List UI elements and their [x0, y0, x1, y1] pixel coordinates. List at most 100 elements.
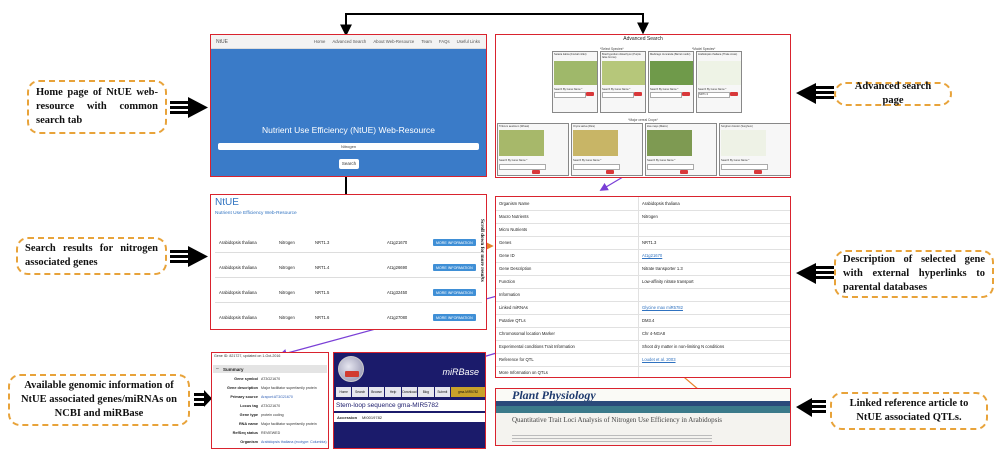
description-row-divider — [496, 275, 790, 276]
crop-photo — [647, 130, 692, 156]
description-label: Chromosomal location Marker — [499, 331, 555, 336]
description-row-divider — [496, 223, 790, 224]
species-search-button[interactable] — [682, 92, 690, 96]
species-search-button[interactable] — [586, 92, 594, 96]
nav-team[interactable]: Team — [421, 39, 432, 44]
gene-name-field[interactable] — [554, 92, 586, 98]
collapse-icon: – — [216, 366, 219, 372]
crop-card-label: Zea mays (Maize) — [647, 125, 668, 128]
crop-search-button[interactable] — [680, 170, 688, 174]
ncbi-field-value: AT3G21670 — [261, 377, 281, 381]
gene-name-field[interactable] — [650, 92, 682, 98]
results-cell-gene: NRT1.4 — [315, 265, 330, 270]
crop-card: Triticum aestivum (Wheat) Search By Gene … — [497, 123, 569, 176]
species-search-button[interactable] — [730, 92, 738, 96]
ncbi-field-value[interactable]: Arabidopsis thaliana (ecotype: Columbia) — [261, 440, 327, 444]
gene-name-field[interactable]: NRT1.3 — [698, 92, 730, 98]
ncbi-field-label: Gene description — [226, 386, 258, 390]
journal-panel: Plant Physiology Quantitative Trait Loci… — [495, 388, 791, 446]
crop-card-label: Oryza sativa (Rice) — [573, 125, 596, 128]
results-cell-gene: NRT1.3 — [315, 240, 330, 245]
results-panel: NtUE Nutrient Use Efficiency Web-Resourc… — [210, 194, 487, 330]
description-label: Gene Description — [499, 266, 532, 271]
description-row-divider — [496, 210, 790, 211]
nav-faqs[interactable]: FAQs — [439, 39, 450, 44]
description-value[interactable]: Glycine max miR5782 — [642, 305, 683, 310]
more-information-button[interactable]: MORE INFORMATION — [433, 314, 476, 321]
crop-search-button[interactable] — [532, 170, 540, 174]
species-photo — [554, 61, 597, 85]
crop-card: Oryza sativa (Rice) Search By Gene Name * — [571, 123, 643, 176]
mirbase-tab[interactable]: Help — [385, 387, 401, 397]
gene-name-field[interactable] — [602, 92, 634, 98]
nav-about[interactable]: About Web-Resource — [373, 39, 414, 44]
callout-description: Description of selected gene with extern… — [834, 250, 994, 298]
ncbi-field-value[interactable]: Araport:AT3G21670 — [261, 395, 327, 399]
description-callout-arrow — [796, 263, 834, 284]
crop-photo — [721, 130, 766, 156]
home-brand[interactable]: NtUE — [216, 39, 228, 45]
species-card-label: Setaria italica (Foxtail millet) — [554, 53, 587, 56]
ncbi-summary-bar[interactable]: – Summary — [213, 365, 327, 373]
more-information-button[interactable]: MORE INFORMATION — [433, 239, 476, 246]
crop-search-button[interactable] — [606, 170, 614, 174]
callout-home-page: Home page of NtUE web-resource with comm… — [27, 80, 167, 134]
home-search-button[interactable]: Search — [339, 159, 359, 169]
mirbase-tab[interactable]: Download — [401, 387, 418, 397]
species-card: Setaria italica (Foxtail millet) Search B… — [552, 51, 598, 113]
description-value: NRT1.3 — [642, 240, 657, 245]
results-callout-arrow — [170, 246, 208, 267]
nav-useful-links[interactable]: Useful Links — [457, 39, 480, 44]
ncbi-header: Gene ID: 821727, updated on 1-Oct-2016 — [214, 354, 281, 358]
mirbase-panel: miRBase Home Search Browse Help Download Blog… — [333, 352, 486, 449]
species-card: Brachypodium distachyon (Purple false br… — [600, 51, 646, 113]
callout-advanced-search-text: Advanced search page — [854, 81, 932, 106]
callout-search-results-text: Search results for nitrogen associated g… — [25, 243, 158, 268]
more-information-button[interactable]: MORE INFORMATION — [433, 264, 476, 271]
mirbase-tab[interactable]: Home — [336, 387, 352, 397]
description-label: Reference for QTL — [499, 357, 534, 362]
nav-home[interactable]: Home — [314, 39, 325, 44]
ncbi-field-label: Gene symbol — [234, 377, 258, 381]
ncbi-field-label: Organism — [240, 440, 258, 444]
ncbi-field-label: Locus tag — [240, 404, 258, 408]
description-row-divider — [496, 327, 790, 328]
gene-name-field-label: Search By Gene Name * — [573, 159, 602, 162]
description-value[interactable]: Loudet et al. 2003 — [642, 357, 676, 362]
species-card-label: Brachypodium distachyon (Purple false br… — [602, 53, 641, 59]
more-information-button[interactable]: MORE INFORMATION — [433, 289, 476, 296]
callout-advanced-search: Advanced search page — [834, 81, 952, 106]
advanced-group-bottom: *Major cereal Crops* — [628, 118, 658, 122]
mirbase-tabs: Home Search Browse Help Download Blog Submit gm… — [336, 387, 485, 397]
description-value: DM3.4 — [642, 318, 655, 323]
callout-description-text: Description of selected gene with extern… — [843, 254, 985, 293]
mirbase-accession-row: Accession MI0019782 — [334, 413, 485, 422]
home-search-input[interactable]: Nitrogen — [218, 143, 479, 150]
description-row-divider — [496, 301, 790, 302]
mirbase-tab[interactable]: Browse — [368, 387, 385, 397]
home-title: Nutrient Use Efficiency (NtUE) Web-Resou… — [261, 125, 436, 135]
home-nav: Home Advanced Search About Web-Resource … — [314, 39, 480, 44]
description-panel: Organism Name Arabidopsis thaliana Macro N… — [495, 196, 791, 378]
results-cell-organism: Arabidopsis thaliana — [219, 290, 257, 295]
description-row-divider — [496, 314, 790, 315]
crop-card: Sorghum bicolor (Sorghum) Search By Gene … — [719, 123, 790, 176]
mirbase-tab[interactable]: Submit — [434, 387, 451, 397]
ncbi-field-value: Major facilitator superfamily protein — [261, 386, 317, 390]
mirbase-tab[interactable]: Blog — [418, 387, 434, 397]
species-search-button[interactable] — [634, 92, 642, 96]
results-row-divider — [215, 277, 482, 278]
description-value[interactable]: At1g21670 — [642, 253, 662, 258]
journal-masthead: Plant Physiology — [496, 389, 790, 402]
results-cell-nutrient: Nitrogen — [279, 240, 295, 245]
nav-advanced-search[interactable]: Advanced Search — [332, 39, 366, 44]
mirbase-heading: Stem-loop sequence gma-MIR5782 — [334, 400, 485, 411]
ncbi-field-label: Gene type — [239, 413, 258, 417]
results-cell-organism: Arabidopsis thaliana — [219, 315, 257, 320]
description-label: Genes — [499, 240, 512, 245]
mirbase-tab[interactable]: Search — [352, 387, 368, 397]
mirbase-tab[interactable]: gma-MIR5782 — [451, 387, 485, 397]
journal-article-lines — [512, 435, 712, 443]
crop-search-button[interactable] — [754, 170, 762, 174]
gene-name-field-label: Search By Gene Name * — [647, 159, 676, 162]
